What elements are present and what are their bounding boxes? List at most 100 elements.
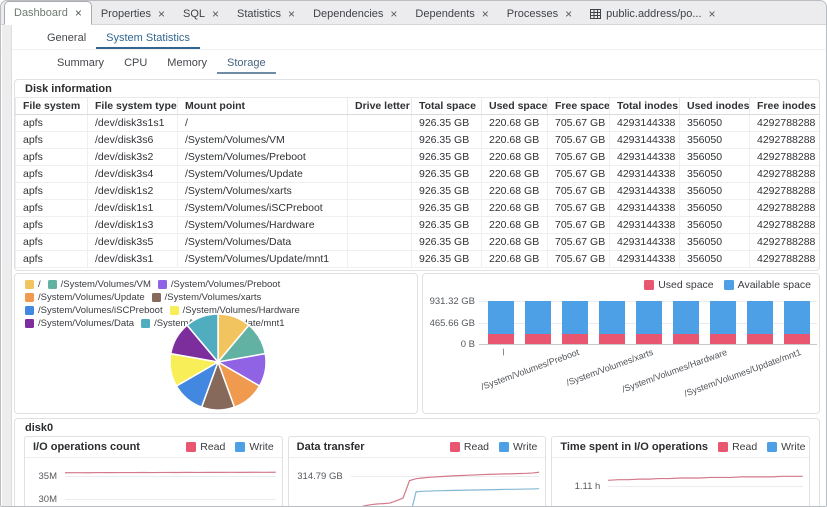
table-cell: apfs xyxy=(16,115,88,132)
pie-legend-item-[interactable]: / xyxy=(25,279,41,290)
table-cell xyxy=(348,166,412,183)
data-transfer-lines xyxy=(351,458,540,507)
bar-y-tick-label: 0 B xyxy=(423,339,475,350)
table-cell: /System/Volumes/Data xyxy=(178,234,348,251)
bar-x-label-: / xyxy=(501,347,507,357)
bar-x-label-system-volumes-preboot: /System/Volumes/Preboot xyxy=(480,347,581,392)
tab-processes[interactable]: Processes× xyxy=(498,3,581,24)
bar-segment-used-space xyxy=(488,334,514,344)
tab-close-icon[interactable]: × xyxy=(390,9,397,19)
legend-label: / xyxy=(38,279,41,290)
disk-space-bar-panel: Used spaceAvailable space 0 B465.66 GB93… xyxy=(422,273,820,414)
disk-information-title: Disk information xyxy=(15,80,819,97)
table-cell: /System/Volumes/iSCPreboot xyxy=(178,200,348,217)
bar-segment-used-space xyxy=(562,334,588,344)
bar-segment-used-space xyxy=(636,334,662,344)
tab-close-icon[interactable]: × xyxy=(709,9,716,19)
table-cell: 4292788288 xyxy=(750,183,821,200)
table-cell: 4293144338 xyxy=(610,115,680,132)
table-cell: 220.68 GB xyxy=(482,200,548,217)
tab-close-icon[interactable]: × xyxy=(212,9,219,19)
y-tick-label: 30M xyxy=(25,494,57,505)
tab-public-address-po[interactable]: public.address/po... × xyxy=(581,3,724,24)
stats-tab-memory[interactable]: Memory xyxy=(157,54,217,74)
legend-swatch xyxy=(25,293,34,302)
pie-legend-item-system-volumes-update[interactable]: /System/Volumes/Update xyxy=(25,292,145,303)
tab-statistics[interactable]: Statistics × xyxy=(228,3,304,24)
tab-label: public.address/po... xyxy=(606,8,701,20)
table-row: apfs/dev/disk3s5/System/Volumes/Data926.… xyxy=(16,234,821,251)
tab-sql[interactable]: SQL × xyxy=(174,3,228,24)
bar-segment-used-space xyxy=(599,334,625,344)
legend-swatch xyxy=(25,319,34,328)
stats-tab-summary[interactable]: Summary xyxy=(47,54,114,74)
read-line xyxy=(65,472,276,473)
write-swatch xyxy=(767,442,777,452)
column-header-total-space: Total space xyxy=(412,98,482,115)
legend-item-write[interactable]: Write xyxy=(499,441,537,453)
table-row: apfs/dev/disk3s1/System/Volumes/Update/m… xyxy=(16,251,821,268)
legend-swatch xyxy=(48,280,57,289)
chart-legend: Read Write xyxy=(708,441,805,453)
y-tick-label: 35M xyxy=(25,471,57,482)
legend-item-read[interactable]: Read xyxy=(450,441,489,453)
table-cell: 356050 xyxy=(680,115,750,132)
pie-legend-item-system-volumes-preboot[interactable]: /System/Volumes/Preboot xyxy=(158,279,280,290)
stats-tab-storage[interactable]: Storage xyxy=(217,54,276,74)
tab-label: SQL xyxy=(183,8,205,20)
table-cell: 926.35 GB xyxy=(412,200,482,217)
table-cell: 356050 xyxy=(680,149,750,166)
tab-close-icon[interactable]: × xyxy=(75,8,82,18)
legend-swatch xyxy=(141,319,150,328)
pie-legend-item-system-volumes-data[interactable]: /System/Volumes/Data xyxy=(25,318,134,329)
tab-close-icon[interactable]: × xyxy=(158,9,165,19)
table-cell: 4293144338 xyxy=(610,183,680,200)
table-cell: 4292788288 xyxy=(750,166,821,183)
bar-segment-used-space xyxy=(784,334,810,344)
pie-legend-item-system-volumes-vm[interactable]: /System/Volumes/VM xyxy=(48,279,151,290)
y-tick-label: 1.11 h xyxy=(552,481,600,492)
table-cell: 4293144338 xyxy=(610,234,680,251)
legend-item-read[interactable]: Read xyxy=(718,441,757,453)
table-header-row: File systemFile system typeMount pointDr… xyxy=(16,98,821,115)
tab-properties[interactable]: Properties× xyxy=(92,3,174,24)
tab-close-icon[interactable]: × xyxy=(482,9,489,19)
pie-legend-item-system-volumes-xarts[interactable]: /System/Volumes/xarts xyxy=(152,292,262,303)
legend-label: /System/Volumes/iSCPreboot xyxy=(38,305,163,316)
disk0-charts-row: I/O operations countReadWrite35M30MData … xyxy=(15,436,819,507)
table-cell: 356050 xyxy=(680,234,750,251)
tab-label: Statistics xyxy=(237,8,281,20)
bar-y-tick-label: 931.32 GB xyxy=(423,296,475,307)
table-cell: /System/Volumes/Hardware xyxy=(178,217,348,234)
table-cell: /dev/disk3s1 xyxy=(88,251,178,268)
table-cell: 356050 xyxy=(680,217,750,234)
legend-item-read[interactable]: Read xyxy=(186,441,225,453)
table-cell: 356050 xyxy=(680,251,750,268)
tab-dependencies[interactable]: Dependencies× xyxy=(304,3,406,24)
column-header-free-space: Free space xyxy=(548,98,610,115)
table-cell: 705.67 GB xyxy=(548,183,610,200)
stats-tab-cpu[interactable]: CPU xyxy=(114,54,157,74)
table-cell: /dev/disk3s2 xyxy=(88,149,178,166)
tab-dependents[interactable]: Dependents× xyxy=(406,3,497,24)
table-cell xyxy=(348,115,412,132)
write-swatch xyxy=(235,442,245,452)
table-cell: 926.35 GB xyxy=(412,234,482,251)
bar-segment-available-space xyxy=(636,301,662,334)
dashboard-tab-general[interactable]: General xyxy=(37,29,96,49)
bar-segment-available-space xyxy=(525,301,551,334)
tab-dashboard[interactable]: Dashboard× xyxy=(4,1,92,25)
table-cell xyxy=(348,200,412,217)
table-cell xyxy=(348,132,412,149)
table-cell: 356050 xyxy=(680,166,750,183)
table-cell: 705.67 GB xyxy=(548,115,610,132)
tab-close-icon[interactable]: × xyxy=(565,9,572,19)
legend-item-write[interactable]: Write xyxy=(235,441,273,453)
tab-close-icon[interactable]: × xyxy=(288,9,295,19)
legend-item-write[interactable]: Write xyxy=(767,441,805,453)
table-cell: 220.68 GB xyxy=(482,217,548,234)
table-cell: 705.67 GB xyxy=(548,149,610,166)
dashboard-tab-system-statistics[interactable]: System Statistics xyxy=(96,29,200,49)
chart-legend: Read Write xyxy=(176,441,273,453)
pie-legend-item-system-volumes-iscpreboot[interactable]: /System/Volumes/iSCPreboot xyxy=(25,305,163,316)
